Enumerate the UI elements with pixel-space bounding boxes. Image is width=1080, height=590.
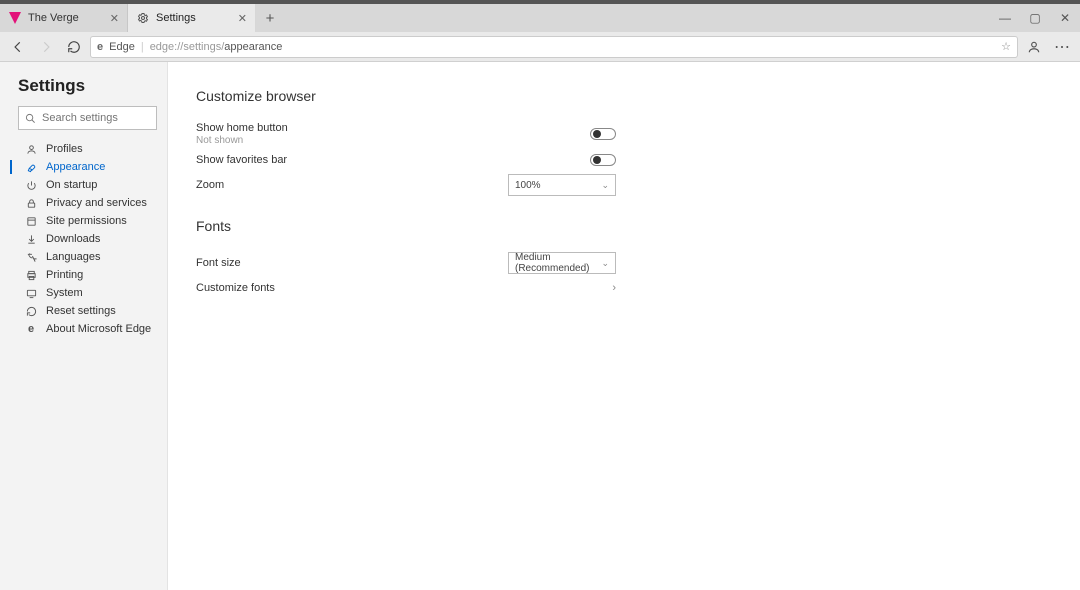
edge-icon: e — [97, 41, 103, 53]
sidebar-item-label: Privacy and services — [46, 197, 147, 209]
settings-sidebar: Settings Profiles Appearance On startup … — [0, 62, 168, 590]
search-icon — [25, 113, 36, 124]
sidebar-item-label: Printing — [46, 269, 83, 281]
sidebar-item-label: Downloads — [46, 233, 100, 245]
back-button[interactable] — [6, 35, 30, 59]
tab-the-verge[interactable]: The Verge ✕ — [0, 4, 128, 32]
sidebar-item-label: Appearance — [46, 161, 105, 173]
show-favorites-bar-label: Show favorites bar — [196, 154, 590, 166]
gear-icon — [136, 11, 150, 25]
site-icon — [24, 216, 38, 227]
show-home-button-row: Show home button Not shown — [196, 118, 616, 150]
page-title: Settings — [18, 76, 157, 96]
tab-title: The Verge — [28, 12, 104, 24]
lock-icon — [24, 198, 38, 209]
sidebar-item-printing[interactable]: Printing — [18, 266, 157, 284]
power-icon — [24, 180, 38, 191]
close-icon[interactable]: ✕ — [238, 12, 247, 25]
show-favorites-bar-toggle[interactable] — [590, 154, 616, 166]
profile-icon[interactable] — [1022, 40, 1046, 54]
search-input[interactable] — [42, 112, 184, 124]
settings-content: Customize browser Show home button Not s… — [168, 62, 1080, 590]
sidebar-item-label: Profiles — [46, 143, 83, 155]
close-icon[interactable]: ✕ — [110, 12, 119, 25]
show-favorites-bar-row: Show favorites bar — [196, 150, 616, 170]
fonts-section-title: Fonts — [196, 218, 1080, 234]
tab-settings[interactable]: Settings ✕ — [128, 4, 256, 32]
tab-strip: The Verge ✕ Settings ✕ + — ▢ ✕ — [0, 4, 1080, 32]
toolbar: e Edge | edge://settings/appearance ☆ ⋯ — [0, 32, 1080, 62]
zoom-row: Zoom 100% ⌄ — [196, 170, 616, 200]
close-window-button[interactable]: ✕ — [1050, 4, 1080, 32]
sidebar-item-site-permissions[interactable]: Site permissions — [18, 212, 157, 230]
url-text: edge://settings/appearance — [150, 41, 995, 53]
system-icon — [24, 288, 38, 299]
settings-nav: Profiles Appearance On startup Privacy a… — [18, 140, 157, 338]
font-size-label: Font size — [196, 257, 508, 269]
tab-title: Settings — [156, 12, 232, 24]
customize-fonts-row[interactable]: Customize fonts › — [196, 278, 616, 298]
font-size-dropdown[interactable]: Medium (Recommended) ⌄ — [508, 252, 616, 274]
sidebar-item-profiles[interactable]: Profiles — [18, 140, 157, 158]
sidebar-item-startup[interactable]: On startup — [18, 176, 157, 194]
sidebar-item-system[interactable]: System — [18, 284, 157, 302]
reset-icon — [24, 306, 38, 317]
refresh-button[interactable] — [62, 35, 86, 59]
forward-button[interactable] — [34, 35, 58, 59]
sidebar-item-label: System — [46, 287, 83, 299]
show-home-button-toggle[interactable] — [590, 128, 616, 140]
language-icon — [24, 252, 38, 263]
chevron-down-icon: ⌄ — [601, 180, 609, 191]
search-input-wrapper[interactable] — [18, 106, 157, 130]
sidebar-item-label: On startup — [46, 179, 97, 191]
minimize-button[interactable]: — — [990, 4, 1020, 32]
maximize-button[interactable]: ▢ — [1020, 4, 1050, 32]
favorite-icon[interactable]: ☆ — [1001, 40, 1011, 53]
zoom-value: 100% — [515, 180, 541, 191]
sidebar-item-label: About Microsoft Edge — [46, 323, 151, 335]
font-size-value: Medium (Recommended) — [515, 252, 601, 274]
sidebar-item-label: Languages — [46, 251, 100, 263]
verge-icon — [8, 11, 22, 25]
customize-fonts-label: Customize fonts — [196, 282, 612, 294]
zoom-label: Zoom — [196, 179, 508, 191]
separator: | — [141, 41, 144, 53]
sidebar-item-label: Site permissions — [46, 215, 127, 227]
address-label: Edge — [109, 41, 135, 53]
show-home-button-sub: Not shown — [196, 135, 590, 146]
sidebar-item-languages[interactable]: Languages — [18, 248, 157, 266]
chevron-right-icon: › — [612, 282, 616, 294]
download-icon — [24, 234, 38, 245]
chevron-down-icon: ⌄ — [601, 258, 609, 269]
sidebar-item-reset[interactable]: Reset settings — [18, 302, 157, 320]
sidebar-item-label: Reset settings — [46, 305, 116, 317]
person-icon — [24, 144, 38, 155]
customize-section-title: Customize browser — [196, 88, 1080, 104]
address-bar[interactable]: e Edge | edge://settings/appearance ☆ — [90, 36, 1018, 58]
edge-icon: e — [24, 323, 38, 335]
printer-icon — [24, 270, 38, 281]
font-size-row: Font size Medium (Recommended) ⌄ — [196, 248, 616, 278]
sidebar-item-about[interactable]: e About Microsoft Edge — [18, 320, 157, 338]
sidebar-item-privacy[interactable]: Privacy and services — [18, 194, 157, 212]
sidebar-item-appearance[interactable]: Appearance — [18, 158, 157, 176]
brush-icon — [24, 162, 38, 173]
zoom-dropdown[interactable]: 100% ⌄ — [508, 174, 616, 196]
sidebar-item-downloads[interactable]: Downloads — [18, 230, 157, 248]
new-tab-button[interactable]: + — [256, 4, 284, 32]
more-menu-icon[interactable]: ⋯ — [1050, 37, 1074, 57]
show-home-button-label: Show home button — [196, 122, 590, 134]
